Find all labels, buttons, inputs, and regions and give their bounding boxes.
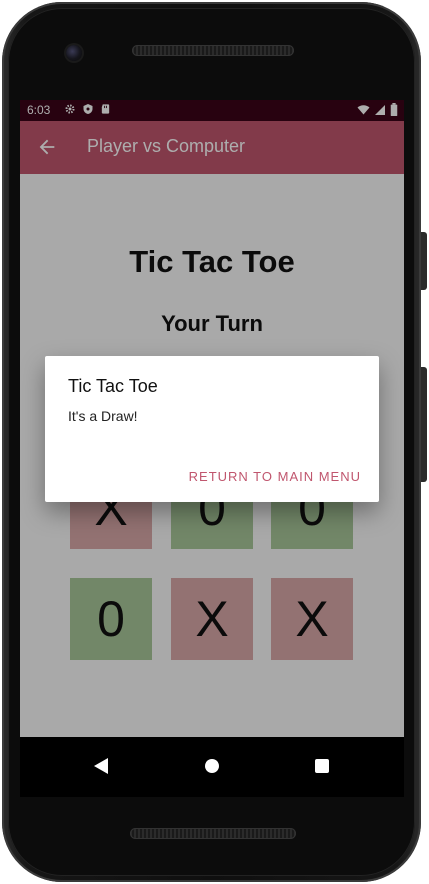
navigation-bar bbox=[20, 737, 404, 797]
earpiece-speaker bbox=[132, 45, 294, 56]
device-screen: 6:03 Player vs Computer Tic Tac Toe Your… bbox=[20, 100, 404, 797]
return-to-main-menu-button[interactable]: RETURN TO MAIN MENU bbox=[189, 469, 361, 484]
back-triangle-icon[interactable] bbox=[93, 757, 109, 775]
dialog-title: Tic Tac Toe bbox=[68, 376, 158, 396]
recents-square-icon[interactable] bbox=[314, 757, 330, 775]
volume-button bbox=[421, 367, 427, 482]
home-circle-icon[interactable] bbox=[204, 757, 220, 775]
dialog-message: It's a Draw! bbox=[68, 408, 138, 424]
power-button bbox=[421, 232, 427, 290]
front-camera bbox=[66, 45, 82, 61]
bottom-speaker bbox=[130, 828, 296, 839]
draw-dialog: Tic Tac Toe It's a Draw! RETURN TO MAIN … bbox=[45, 356, 379, 502]
